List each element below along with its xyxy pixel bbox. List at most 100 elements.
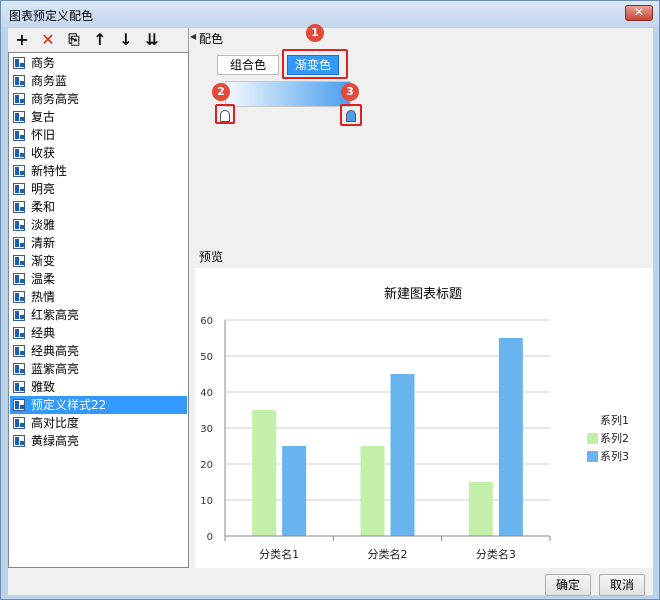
bar-系列3 (390, 374, 415, 536)
list-item[interactable]: 复古 (10, 108, 187, 126)
y-tick-label: 50 (200, 352, 213, 363)
chart-style-icon (13, 327, 25, 339)
list-item-label: 复古 (31, 110, 56, 124)
list-item[interactable]: 商务高亮 (10, 90, 187, 108)
ok-button[interactable]: 确定 (545, 574, 591, 596)
list-item[interactable]: 柔和 (10, 198, 187, 216)
list-item-label: 红紫高亮 (31, 308, 80, 322)
chart-style-icon (13, 255, 25, 267)
list-item-label: 预定义样式22 (31, 398, 107, 412)
chart-style-icon (13, 381, 25, 393)
list-item[interactable]: 高对比度 (10, 414, 187, 432)
y-tick-label: 30 (200, 424, 213, 435)
list-item[interactable]: 经典高亮 (10, 342, 187, 360)
list-item[interactable]: 红紫高亮 (10, 306, 187, 324)
chart-style-icon (13, 129, 25, 141)
list-item-label: 经典 (31, 326, 56, 340)
callout-badge-3: 3 (341, 83, 359, 101)
chart-style-icon (13, 309, 25, 321)
list-item[interactable]: 温柔 (10, 270, 187, 288)
chart-style-icon (13, 201, 25, 213)
y-tick-label: 40 (200, 388, 213, 399)
list-item[interactable]: 渐变 (10, 252, 187, 270)
chart-style-icon (13, 345, 25, 357)
x-category-label: 分类名3 (476, 547, 516, 561)
copy-icon[interactable]: ⎘ (64, 30, 84, 50)
list-item[interactable]: 新特性 (10, 162, 187, 180)
callout-badge-2: 2 (212, 83, 230, 101)
chart-style-icon (13, 165, 25, 177)
legend-label: 系列3 (600, 449, 629, 463)
legend-label: 系列1 (600, 413, 629, 427)
list-item[interactable]: 雅致 (10, 378, 187, 396)
chart-style-icon (13, 147, 25, 159)
list-toolbar: + ✕ ⎘ ↑ ↓ ⇊ (8, 28, 189, 52)
legend-label: 系列2 (600, 431, 629, 445)
chart-style-icon (13, 93, 25, 105)
list-item[interactable]: 经典 (10, 324, 187, 342)
list-item[interactable]: 热情 (10, 288, 187, 306)
list-item[interactable]: 黄绿高亮 (10, 432, 187, 450)
list-item[interactable]: 清新 (10, 234, 187, 252)
gradient-preview-bar (225, 81, 351, 107)
list-item[interactable]: 商务 (10, 54, 187, 72)
list-item-label: 怀旧 (31, 128, 56, 142)
chart-style-icon (13, 75, 25, 87)
list-item[interactable]: 蓝紫高亮 (10, 360, 187, 378)
chart-style-icon (13, 57, 25, 69)
list-item-label: 温柔 (31, 272, 56, 286)
add-icon[interactable]: + (12, 30, 32, 50)
y-tick-label: 10 (200, 496, 213, 507)
list-item-label: 清新 (31, 236, 56, 250)
preview-section-label: 预览 (199, 250, 224, 264)
delete-icon[interactable]: ✕ (38, 30, 58, 50)
list-item-label: 热情 (31, 290, 56, 304)
move-up-icon[interactable]: ↑ (90, 30, 110, 50)
chart-style-icon (13, 363, 25, 375)
list-item[interactable]: 淡雅 (10, 216, 187, 234)
list-item[interactable]: 收获 (10, 144, 187, 162)
chart-style-icon (13, 237, 25, 249)
gradient-end-handle[interactable] (346, 110, 356, 122)
color-section-label: 配色 (199, 32, 224, 46)
chart-style-icon (13, 111, 25, 123)
chart-style-icon (13, 399, 25, 411)
list-item[interactable]: 明亮 (10, 180, 187, 198)
chart-style-icon (13, 273, 25, 285)
list-item[interactable]: 商务蓝 (10, 72, 187, 90)
chart-style-icon (13, 417, 25, 429)
chart-style-icon (13, 435, 25, 447)
callout-box-1 (282, 49, 348, 79)
y-tick-label: 0 (207, 532, 213, 543)
title-bar: 图表预定义配色 ✕ (1, 1, 659, 27)
chart-preview: 新建图表标题 0 10 20 30 40 50 60 分类名1 分类名2 分类名3 系列1 系列2 系… (195, 268, 653, 568)
list-item-label: 商务 (31, 56, 56, 70)
list-item-label: 渐变 (31, 254, 56, 268)
cancel-button[interactable]: 取消 (599, 574, 645, 596)
bar-系列3 (498, 338, 523, 536)
list-item-label: 商务高亮 (31, 92, 80, 106)
chart-title: 新建图表标题 (384, 286, 462, 302)
move-down-icon[interactable]: ↓ (116, 30, 136, 50)
sort-icon[interactable]: ⇊ (142, 30, 162, 50)
config-panel: 配色 组合色 渐变色 1 2 3 预览 新建图表标题 0 10 20 30 40 50 60… (195, 24, 653, 568)
callout-badge-1: 1 (306, 24, 324, 42)
list-item[interactable]: 预定义样式22 (10, 396, 187, 414)
list-item-label: 商务蓝 (31, 74, 68, 88)
gradient-start-handle[interactable] (220, 110, 230, 122)
legend-swatch (587, 451, 598, 462)
list-item-label: 黄绿高亮 (31, 434, 80, 448)
legend-swatch (587, 433, 598, 444)
list-item[interactable]: 怀旧 (10, 126, 187, 144)
chart-style-icon (13, 219, 25, 231)
bar-系列2 (468, 482, 493, 536)
close-button[interactable]: ✕ (625, 5, 653, 21)
bar-系列2 (252, 410, 277, 536)
chart-svg: 新建图表标题 0 10 20 30 40 50 60 分类名1 分类名2 分类名3 系列1 系列2 系… (200, 286, 629, 561)
tab-combo-color[interactable]: 组合色 (217, 55, 279, 75)
list-item-label: 蓝紫高亮 (31, 362, 80, 376)
x-category-label: 分类名1 (259, 547, 299, 561)
bar-系列3 (282, 446, 307, 536)
style-list: 商务商务蓝商务高亮复古怀旧收获 新特性 明亮 柔和 淡雅清新渐变温柔热情红紫高亮经典经典… (8, 52, 189, 568)
dialog-body: + ✕ ⎘ ↑ ↓ ⇊ 商务商务蓝商务高亮复古怀旧收获 新特性 明亮 柔和 淡雅清新渐变… (8, 24, 653, 596)
